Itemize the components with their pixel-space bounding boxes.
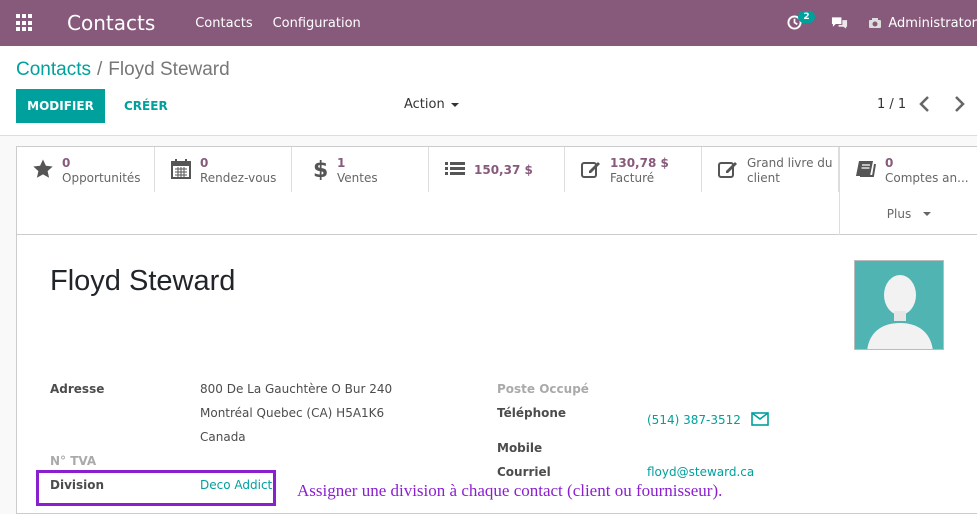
calendar-icon: [171, 159, 191, 179]
menu-contacts[interactable]: Contacts: [195, 16, 252, 31]
stat-total[interactable]: 150,37 $: [429, 147, 565, 192]
create-button[interactable]: CRÉER: [114, 89, 178, 123]
stat-ledger[interactable]: Grand livre du client: [702, 147, 839, 192]
annotation-text: Assigner une division à chaque contact (…: [297, 481, 723, 500]
address-line-3[interactable]: Canada: [200, 430, 246, 444]
stat-value: 1: [337, 156, 346, 170]
mobile-label: Mobile: [497, 441, 543, 455]
email-value[interactable]: floyd@steward.ca: [647, 465, 754, 479]
edit-icon: [718, 162, 737, 178]
action-label: Action: [404, 97, 445, 112]
chevron-right-icon[interactable]: [952, 95, 966, 113]
partner-avatar[interactable]: [854, 260, 944, 350]
list-icon: [445, 162, 465, 175]
address-line-1[interactable]: 800 De La Gauchtère O Bur 240: [200, 382, 392, 396]
dollar-icon: $: [313, 158, 328, 180]
envelope-icon[interactable]: [751, 412, 769, 426]
chat-icon[interactable]: [831, 16, 848, 30]
stat-value: 0: [200, 156, 209, 170]
stat-label: Comptes an...: [885, 171, 969, 185]
stat-invoiced[interactable]: 130,78 $ Facturé: [565, 147, 702, 192]
activity-button[interactable]: 2: [787, 11, 815, 35]
stat-label: Rendez-vous: [200, 171, 277, 185]
more-label: Plus: [886, 206, 912, 221]
user-name: Administrator: [888, 15, 977, 31]
edit-icon: [581, 162, 600, 178]
breadcrumb-parent[interactable]: Contacts: [16, 59, 91, 80]
job-position-label: Poste Occupé: [497, 382, 589, 396]
stat-value: 0: [885, 156, 894, 170]
stat-value: 150,37 $: [474, 163, 533, 177]
top-navbar: Contacts Contacts Configuration 2 Admini…: [0, 0, 977, 46]
breadcrumb-current: Floyd Steward: [108, 59, 230, 80]
edit-button[interactable]: MODIFIER: [16, 89, 105, 123]
breadcrumb-separator: /: [96, 59, 103, 80]
smart-button-box: 0Opportunités 0Rendez-vous $ 1Ventes: [17, 147, 977, 235]
stat-opportunities[interactable]: 0 Opportunités: [17, 147, 155, 192]
stat-label: Grand livre du client: [747, 156, 833, 185]
caret-down-icon: [450, 102, 459, 107]
stat-value: 0: [62, 156, 71, 170]
more-button[interactable]: Plus: [839, 192, 977, 235]
breadcrumb: Contacts / Floyd Steward: [16, 59, 230, 81]
stat-label: Opportunités: [62, 171, 141, 185]
apps-menu-icon[interactable]: [16, 14, 34, 32]
stat-sales[interactable]: $ 1 Ventes: [292, 147, 429, 192]
vat-label: N° TVA: [50, 454, 97, 468]
book-icon: [856, 161, 876, 177]
stat-meetings[interactable]: 0 Rendez-vous: [155, 147, 292, 192]
menu-configuration[interactable]: Configuration: [273, 16, 361, 31]
phone-value[interactable]: (514) 387-3512: [647, 413, 741, 427]
email-label: Courriel: [497, 465, 551, 479]
form-sheet: 0Opportunités 0Rendez-vous $ 1Ventes: [16, 146, 977, 514]
stat-analytic-accounts[interactable]: 0 Comptes an...: [839, 147, 977, 192]
pager-value[interactable]: 1 / 1: [877, 97, 906, 112]
stat-label: Facturé: [610, 171, 655, 185]
caret-down-icon: [923, 211, 932, 216]
chevron-left-icon[interactable]: [918, 95, 932, 113]
activity-badge: 2: [798, 11, 815, 23]
division-highlight-box: [36, 470, 276, 506]
address-label: Adresse: [50, 382, 105, 396]
action-dropdown[interactable]: Action: [404, 97, 459, 112]
user-menu[interactable]: Administrator: [868, 16, 977, 31]
svg-text:$: $: [313, 158, 328, 180]
user-avatar-icon: [869, 18, 882, 28]
avatar-placeholder-icon: [867, 275, 933, 349]
app-title: Contacts: [67, 11, 156, 35]
stat-label: Ventes: [337, 171, 378, 185]
address-line-2[interactable]: Montréal Quebec (CA) H5A1K6: [200, 406, 384, 420]
phone-label: Téléphone: [497, 406, 567, 420]
stat-value: 130,78 $: [610, 156, 669, 170]
partner-name[interactable]: Floyd Steward: [50, 265, 235, 298]
star-icon: [33, 159, 53, 178]
